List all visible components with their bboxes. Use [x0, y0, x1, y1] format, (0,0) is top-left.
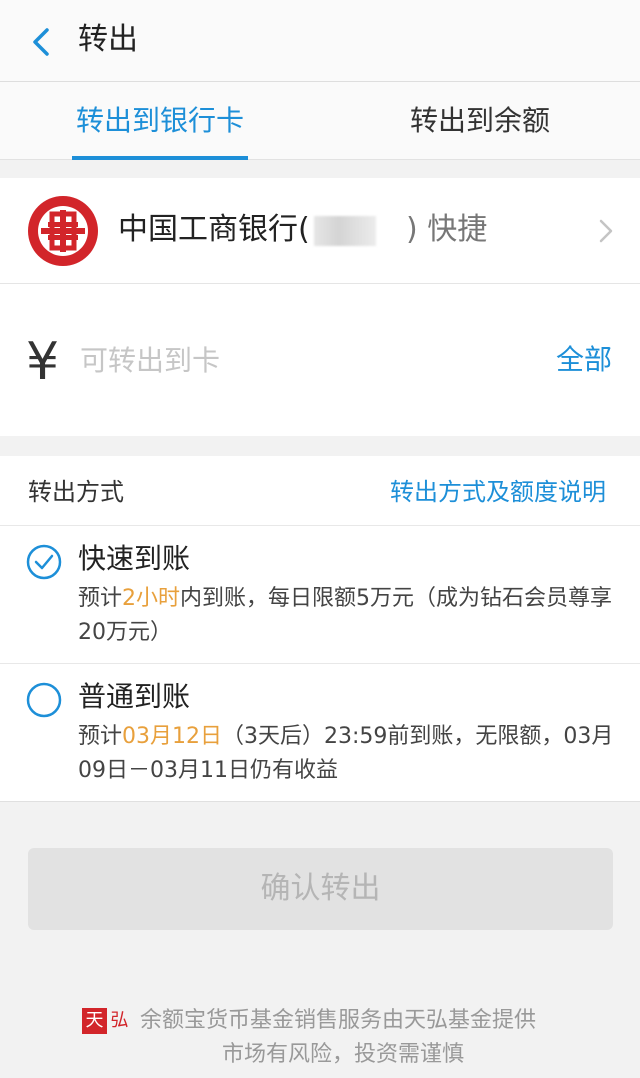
unchecked-radio-icon[interactable]: [26, 682, 62, 718]
bank-tag: ) 快捷: [406, 212, 488, 247]
option-description: 预计03月12日（3天后）23:59前到账，无限额，03月09日－03月11日仍…: [78, 724, 614, 783]
footer-disclaimer: 余额宝货币基金销售服务由天弘基金提供: [140, 1008, 537, 1033]
method-help-link[interactable]: 转出方式及额度说明: [390, 478, 606, 506]
tianhong-logo: 天弘: [82, 1008, 132, 1034]
tab-bar: 转出到银行卡 转出到余额: [0, 82, 640, 160]
icbc-logo-icon: [28, 196, 98, 266]
tab-to-balance[interactable]: 转出到余额: [398, 82, 562, 160]
page-title: 转出: [78, 22, 138, 57]
masked-card-number: [313, 215, 376, 246]
bank-card-selector[interactable]: 中国工商银行( ) 快捷: [0, 178, 640, 284]
chevron-right-icon: [599, 219, 613, 243]
chevron-left-icon: [33, 28, 49, 56]
confirm-transfer-button[interactable]: 确认转出: [28, 848, 613, 930]
tab-label: 转出到银行卡: [75, 104, 244, 137]
transfer-all-button[interactable]: 全部: [556, 340, 612, 380]
footer-risk-warning: 市场有风险，投资需谨慎: [222, 1042, 465, 1067]
option-description: 预计2小时内到账，每日限额5万元（成为钻石会员尊享20万元）: [78, 586, 613, 645]
checked-radio-icon[interactable]: [26, 544, 62, 580]
back-button[interactable]: [22, 22, 62, 62]
highlight-text: 03月12日: [122, 724, 223, 749]
tab-to-bank-card[interactable]: 转出到银行卡: [72, 82, 248, 160]
amount-input[interactable]: [80, 340, 380, 380]
tab-active-indicator: [72, 156, 248, 160]
method-label: 转出方式: [28, 478, 124, 506]
bank-name: 中国工商银行(: [118, 210, 376, 250]
option-title: 快速到账: [78, 542, 191, 575]
highlight-text: 2小时: [122, 586, 181, 611]
nav-bar: 转出: [0, 0, 640, 82]
option-title: 普通到账: [78, 680, 191, 713]
tab-label: 转出到余额: [409, 104, 550, 137]
currency-symbol: ¥: [26, 332, 60, 392]
